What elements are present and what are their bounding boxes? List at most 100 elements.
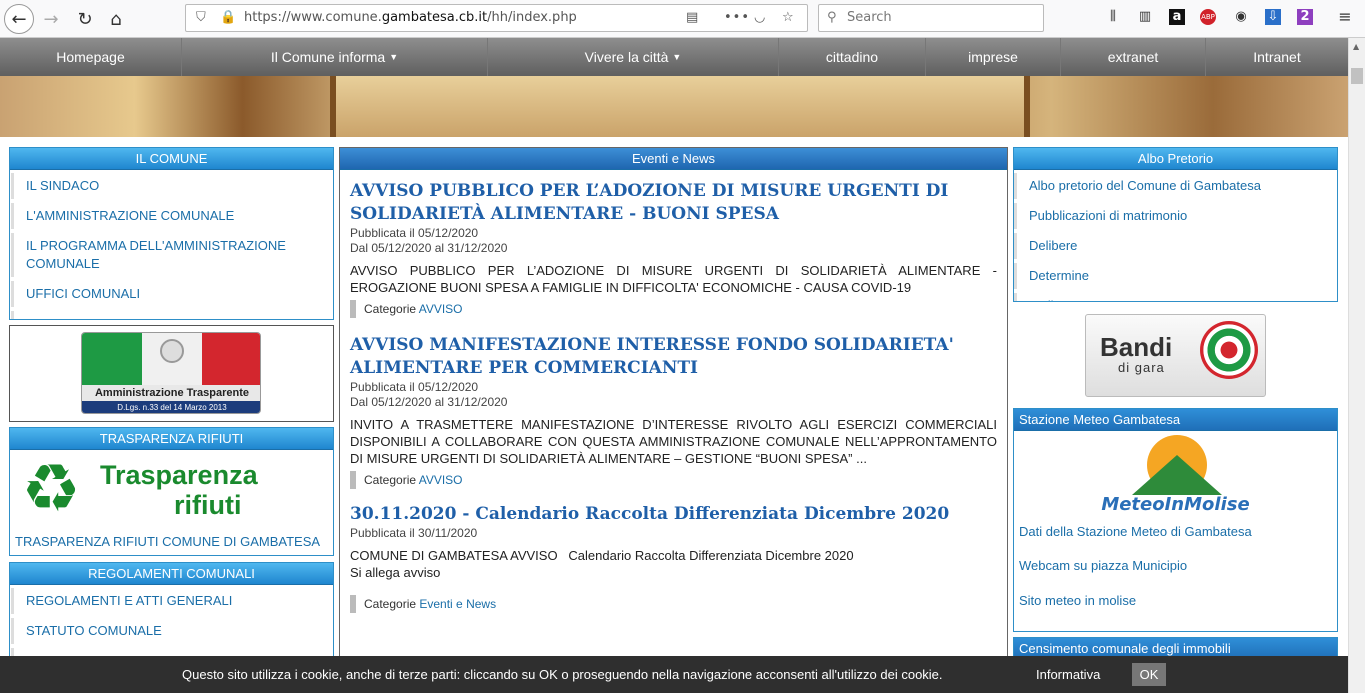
mountain-icon <box>1132 455 1222 495</box>
link-ordinanze[interactable]: Ordinanze <box>1014 293 1337 301</box>
reload-button[interactable]: ↻ <box>70 4 100 34</box>
extension-icon[interactable]: 2 <box>1297 9 1313 25</box>
category-label: Categorie <box>364 302 417 316</box>
trasparente-box: Amministrazione Trasparente D.Lgs. n.33 … <box>9 325 334 422</box>
cookie-bar: Questo sito utilizza i cookie, anche di … <box>0 656 1348 693</box>
download-icon[interactable]: ⇩ <box>1265 9 1281 25</box>
rosette-icon <box>1200 321 1258 379</box>
event-body: COMUNE DI GAMBATESA AVVISO Calendario Ra… <box>350 548 854 563</box>
back-button[interactable]: ← <box>4 4 34 34</box>
bandi-gara-button[interactable]: Bandi di gara <box>1085 314 1266 397</box>
link-determine[interactable]: Determine <box>1014 263 1337 289</box>
event-published: Pubblicata il 05/12/2020 <box>350 380 479 394</box>
menu-icon[interactable]: ≡ <box>1337 9 1353 25</box>
regolamenti-box: REGOLAMENTI COMUNALI REGOLAMENTI E ATTI … <box>9 562 334 662</box>
link-delibere[interactable]: Delibere <box>1014 233 1337 259</box>
event-body: INVITO A TRASMETTERE MANIFESTAZIONE D’IN… <box>350 417 997 466</box>
link-uffici[interactable]: UFFICI COMUNALI <box>11 281 333 307</box>
nav-intranet[interactable]: Intranet <box>1206 38 1348 76</box>
event-title[interactable]: AVVISO MANIFESTAZIONE INTERESSE FONDO SO… <box>350 334 997 380</box>
cookie-text: Questo sito utilizza i cookie, anche di … <box>182 667 943 682</box>
link-statuto[interactable]: STATUTO COMUNALE <box>11 618 333 644</box>
flag-green <box>82 333 142 385</box>
event-category: Categorie AVVISO <box>350 300 997 318</box>
link-sindaco[interactable]: IL SINDACO <box>11 173 333 199</box>
category-link[interactable]: AVVISO <box>419 473 463 487</box>
flag-red <box>202 333 260 385</box>
event-item: 30.11.2020 - Calendario Raccolta Differe… <box>350 503 997 613</box>
trasparenza-rifiuti-box: TRASPARENZA RIFIUTI ♻ Trasparenza rifiut… <box>9 427 334 556</box>
page-actions-icon[interactable]: ••• <box>724 5 750 31</box>
category-label: Categorie <box>364 597 417 611</box>
nav-comune-informa[interactable]: Il Comune informa ▼ <box>182 38 488 76</box>
event-item: AVVISO PUBBLICO PER L’ADOZIONE DI MISURE… <box>350 180 997 318</box>
url-text[interactable]: https://www.comune.gambatesa.cb.it/hh/in… <box>244 5 577 31</box>
event-range: Dal 05/12/2020 al 31/12/2020 <box>350 395 508 409</box>
search-input[interactable]: ⚲ Search <box>818 4 1044 32</box>
search-placeholder: Search <box>847 10 892 25</box>
recycle-icon: ♻ <box>21 450 81 527</box>
bandi-sublabel: di gara <box>1118 360 1165 375</box>
link-webcam[interactable]: Webcam su piazza Municipio <box>1019 558 1187 573</box>
event-range: Dal 05/12/2020 al 31/12/2020 <box>350 241 508 255</box>
nav-cittadino[interactable]: cittadino <box>779 38 926 76</box>
url-bar[interactable]: ⛉ 🔒 https://www.comune.gambatesa.cb.it/h… <box>185 4 808 32</box>
link-trasparenza-rifiuti[interactable]: TRASPARENZA RIFIUTI COMUNE DI GAMBATESA <box>15 534 320 549</box>
eventi-news-box: Eventi e News AVVISO PUBBLICO PER L’ADOZ… <box>339 147 1008 662</box>
rifiuti-heading: TRASPARENZA RIFIUTI <box>10 428 333 450</box>
adblock-icon[interactable]: ABP <box>1200 9 1216 25</box>
category-link[interactable]: AVVISO <box>419 302 463 316</box>
link-programma[interactable]: IL PROGRAMMA DELL'AMMINISTRAZIONE COMUNA… <box>11 233 333 277</box>
link-matrimonio[interactable]: Pubblicazioni di matrimonio <box>1014 203 1337 229</box>
banner-fresco <box>330 76 1030 137</box>
sidebar-icon[interactable]: ▥ <box>1137 9 1153 25</box>
browser-toolbar: ← → ↻ ⌂ ⛉ 🔒 https://www.comune.gambatesa… <box>0 0 1365 38</box>
nav-extranet[interactable]: extranet <box>1061 38 1206 76</box>
scroll-up-icon[interactable]: ▲ <box>1353 42 1359 51</box>
nav-imprese[interactable]: imprese <box>926 38 1061 76</box>
link-albo[interactable]: Albo pretorio del Comune di Gambatesa <box>1014 173 1337 199</box>
account-icon[interactable]: ◉ <box>1233 9 1249 25</box>
event-title[interactable]: 30.11.2020 - Calendario Raccolta Differe… <box>350 503 997 526</box>
home-button[interactable]: ⌂ <box>101 4 131 34</box>
link-dati-stazione[interactable]: Dati della Stazione Meteo di Gambatesa <box>1019 524 1252 539</box>
link-regolamenti-atti[interactable]: REGOLAMENTI E ATTI GENERALI <box>11 588 333 614</box>
meteo-logo-text: MeteoInMolise <box>1101 494 1250 515</box>
bandi-label: Bandi <box>1100 332 1173 362</box>
amministrazione-trasparente-logo[interactable]: Amministrazione Trasparente D.Lgs. n.33 … <box>81 332 261 414</box>
page-scrollbar[interactable]: ▲ <box>1348 38 1365 693</box>
event-published: Pubblicata il 30/11/2020 <box>350 526 478 540</box>
rifiuti-logo-line2: rifiuti <box>174 490 242 520</box>
albo-pretorio-box: Albo Pretorio Albo pretorio del Comune d… <box>1013 147 1338 302</box>
event-body-2: Si allega avviso <box>350 565 441 580</box>
nav-vivere-citta[interactable]: Vivere la città ▼ <box>488 38 779 76</box>
meteo-box: Stazione Meteo Gambatesa MeteoInMolise D… <box>1013 408 1338 632</box>
link-organigramma[interactable]: ORGANIGRAMMA <box>11 311 333 319</box>
category-label: Categorie <box>364 473 417 487</box>
library-icon[interactable]: ⫼ <box>1105 9 1121 25</box>
forward-button[interactable]: → <box>36 4 66 34</box>
scrollbar-thumb[interactable] <box>1351 68 1363 84</box>
emblem-icon <box>160 339 184 363</box>
event-published: Pubblicata il 05/12/2020 <box>350 226 479 240</box>
nav-homepage[interactable]: Homepage <box>0 38 182 76</box>
dropdown-caret-icon: ▼ <box>389 52 399 62</box>
link-amministrazione[interactable]: L'AMMINISTRAZIONE COMUNALE <box>11 203 333 229</box>
event-title[interactable]: AVVISO PUBBLICO PER L’ADOZIONE DI MISURE… <box>350 180 997 226</box>
search-icon: ⚲ <box>827 10 837 25</box>
cookie-info-link[interactable]: Informativa <box>1036 656 1100 693</box>
event-category: Categorie Eventi e News <box>350 595 997 613</box>
reader-view-icon[interactable]: ▤ <box>686 5 698 31</box>
cookie-ok-button[interactable]: OK <box>1132 663 1166 686</box>
amazon-icon[interactable]: a <box>1169 9 1185 25</box>
trasparente-caption: Amministrazione Trasparente <box>82 385 260 401</box>
link-sito-meteo[interactable]: Sito meteo in molise <box>1019 593 1136 608</box>
shield-icon[interactable]: ⛉ <box>196 5 206 31</box>
bookmark-star-icon[interactable]: ☆ <box>782 5 794 31</box>
dropdown-caret-icon: ▼ <box>672 52 682 62</box>
rifiuti-logo-line1: Trasparenza <box>100 460 258 490</box>
category-link[interactable]: Eventi e News <box>419 597 496 611</box>
event-body: AVVISO PUBBLICO PER L’ADOZIONE DI MISURE… <box>350 263 997 295</box>
il-comune-box: IL COMUNE IL SINDACO L'AMMINISTRAZIONE C… <box>9 147 334 320</box>
pocket-icon[interactable]: ◡ <box>754 5 765 31</box>
